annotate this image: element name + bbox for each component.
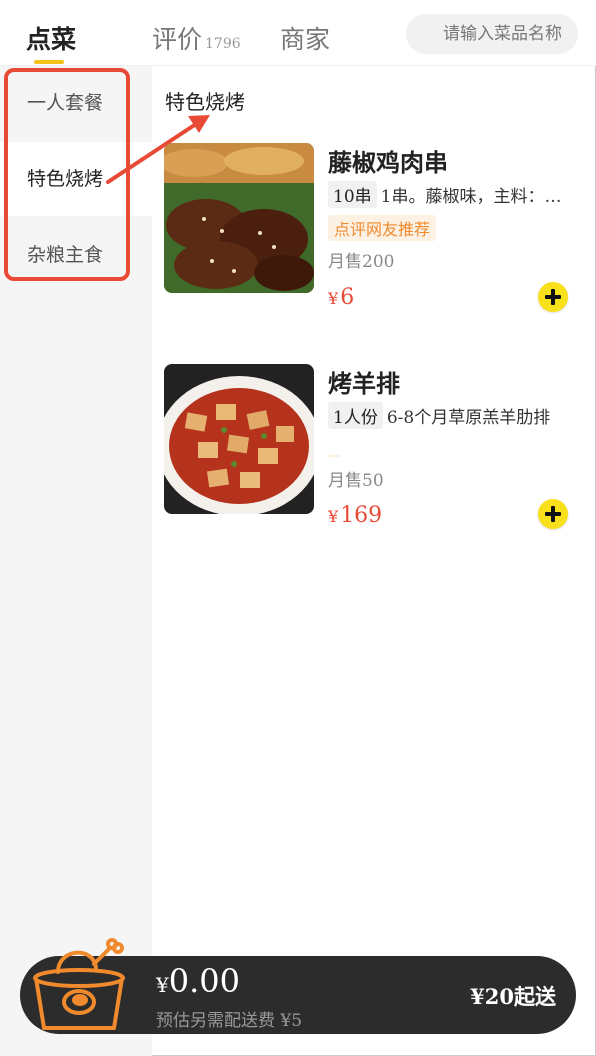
dish-name: 烤羊排 bbox=[328, 369, 400, 398]
dish-qty-tag: 1人份 bbox=[328, 402, 383, 429]
currency-symbol: ¥ bbox=[328, 289, 339, 308]
dish-desc-text: 6-8个月草原羔羊肋排 bbox=[386, 408, 551, 428]
currency-symbol: ¥ bbox=[156, 973, 169, 997]
dish-desc-text: 1串。藤椒味，主料：鸡肉 bbox=[380, 187, 573, 207]
empty-badge bbox=[328, 455, 340, 457]
dish-card[interactable]: 烤羊排 1人份 6-8个月草原羔羊肋排 月售50 ¥169 bbox=[164, 364, 584, 529]
section-title: 特色烧烤 bbox=[165, 90, 245, 114]
dish-qty-tag: 10串 bbox=[328, 181, 377, 208]
monthly-sales: 月售200 bbox=[328, 252, 395, 272]
food-basket-icon[interactable] bbox=[22, 934, 136, 1034]
cart-total-value: 0.00 bbox=[168, 962, 240, 1000]
cart-total: ¥0.00 bbox=[156, 962, 240, 1000]
recommend-badge: 点评网友推荐 bbox=[328, 215, 437, 241]
tofu-dish-photo[interactable] bbox=[164, 364, 314, 514]
skewers-photo[interactable] bbox=[164, 143, 314, 293]
dish-card[interactable]: 藤椒鸡肉串 10串 1串。藤椒味，主料：鸡肉 点评网友推荐 月售200 ¥6 bbox=[164, 143, 584, 312]
delivery-fee-note: 预估另需配送费 ¥5 bbox=[156, 1011, 303, 1031]
price-value: 6 bbox=[340, 285, 355, 310]
min-order-button[interactable]: ¥20起送 bbox=[470, 981, 556, 1011]
add-to-cart-button[interactable] bbox=[538, 499, 568, 529]
dish-description: 1人份 6-8个月草原羔羊肋排 bbox=[328, 402, 573, 429]
dish-name: 藤椒鸡肉串 bbox=[328, 148, 448, 177]
dish-price: ¥6 bbox=[328, 285, 354, 310]
monthly-sales: 月售50 bbox=[328, 471, 384, 491]
dish-price: ¥169 bbox=[328, 503, 382, 528]
currency-symbol: ¥ bbox=[328, 507, 339, 526]
price-value: 169 bbox=[340, 503, 383, 528]
add-to-cart-button[interactable] bbox=[538, 282, 568, 312]
dish-description: 10串 1串。藤椒味，主料：鸡肉 bbox=[328, 181, 573, 208]
